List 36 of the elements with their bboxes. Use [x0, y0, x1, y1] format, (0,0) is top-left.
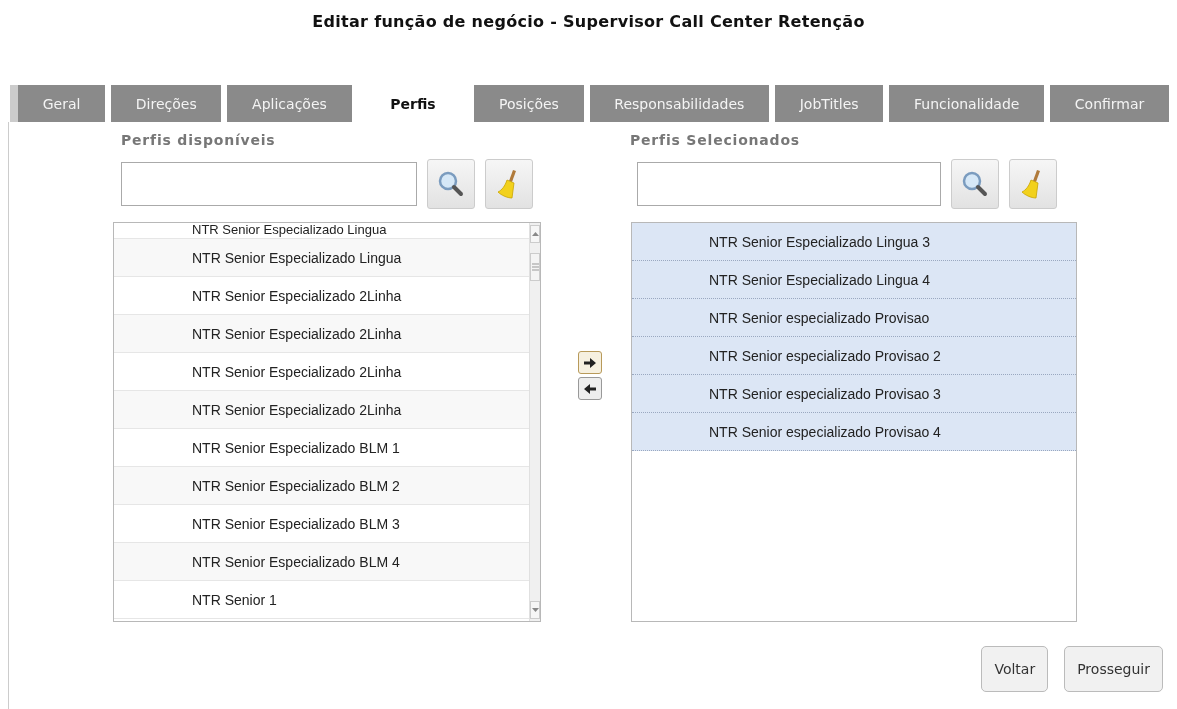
list-item[interactable]: NTR Senior especializado Provisao 4 [632, 413, 1076, 451]
list-item[interactable]: NTR Senior Especializado BLM 4 [114, 543, 529, 581]
clear-button[interactable] [1009, 159, 1057, 209]
scroll-thumb[interactable] [530, 253, 540, 281]
search-button[interactable] [951, 159, 999, 209]
search-icon [438, 171, 464, 197]
list-heading: Perfis Selecionados [630, 132, 801, 148]
move-right-button[interactable] [578, 351, 602, 374]
list-item[interactable]: NTR Senior 1 [114, 581, 529, 619]
list-item[interactable]: NTR Senior Especializado Lingua 4 [632, 261, 1076, 299]
search-field[interactable] [637, 162, 941, 206]
list-item[interactable]: NTR Senior Especializado 2Linha [114, 315, 529, 353]
move-left-button[interactable] [578, 377, 602, 400]
clear-button[interactable] [485, 159, 533, 209]
left-arrow-icon [584, 383, 596, 394]
down-caret-icon [531, 608, 539, 612]
list-item[interactable]: NTR Senior especializado Provisao 3 [632, 375, 1076, 413]
action-button[interactable]: Prosseguir [1064, 646, 1163, 692]
right-arrow-icon [584, 357, 596, 368]
action-button[interactable]: Voltar [981, 646, 1049, 692]
list-item[interactable]: NTR Senior especializado Provisao 2 [632, 337, 1076, 375]
scroll-up-button[interactable] [530, 225, 540, 243]
list-item[interactable]: NTR Senior Especializado Lingua 3 [632, 223, 1076, 261]
search-field[interactable] [121, 162, 417, 206]
search-icon [962, 171, 988, 197]
list-item[interactable]: NTR Senior Especializado 2Linha [114, 391, 529, 429]
search-button[interactable] [427, 159, 475, 209]
list-item[interactable]: NTR Senior especializado Provisao [632, 299, 1076, 337]
list-heading: Perfis disponíveis [121, 132, 277, 148]
list-item[interactable]: NTR Senior Especializado Lingua [114, 239, 529, 277]
list-item[interactable]: NTR Senior Especializado BLM 2 [114, 467, 529, 505]
up-caret-icon [531, 232, 539, 236]
grip-icon [531, 263, 539, 271]
page-title: Editar função de negócio - Supervisor Call Center Retenção [311, 11, 866, 33]
scroll-down-button[interactable] [530, 601, 540, 619]
scrollbar[interactable] [529, 223, 540, 621]
